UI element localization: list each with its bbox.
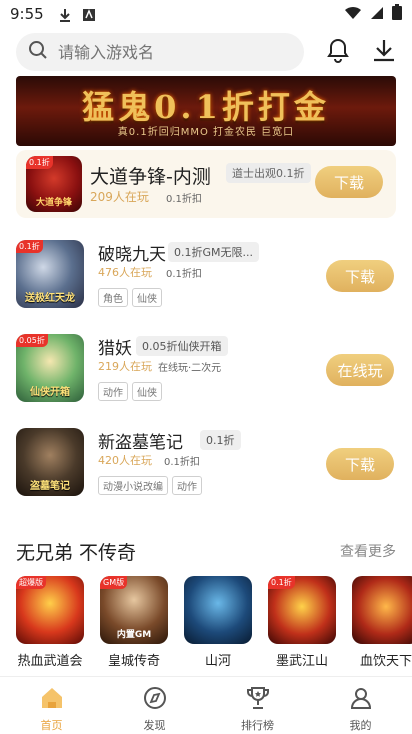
game-name: 大道争锋-内测	[90, 166, 211, 188]
tag-list: 动漫小说改编 动作	[98, 476, 202, 495]
discount-tag: 0.05折	[16, 334, 48, 347]
player-count: 209人在玩	[90, 190, 149, 204]
status-bar: 9:55	[0, 0, 412, 28]
genre-tag: 动作	[98, 382, 128, 401]
nav-label: 我的	[349, 719, 372, 732]
game-icon[interactable]: 0.05折 仙侠开箱	[16, 334, 84, 402]
game-meta: 0.1折扣	[166, 269, 202, 280]
nav-home[interactable]: 首页	[0, 677, 103, 734]
game-name: 皇城传奇	[107, 654, 160, 668]
discount-tag: 0.1折	[26, 156, 53, 169]
game-list-item[interactable]: 0.1折 送极红天龙 破晓九天 0.1折GM无限... 476人在玩 0.1折扣…	[16, 240, 396, 312]
discount-tag: GM版	[100, 576, 128, 589]
game-icon[interactable]: 超爆版	[16, 576, 84, 644]
icon-caption: 送极红天龙	[25, 293, 75, 304]
icon-caption: 大道争锋	[35, 198, 72, 208]
game-badge: 0.1折GM无限...	[168, 242, 259, 262]
game-name: 山河	[204, 654, 231, 668]
nav-discover[interactable]: 发现	[103, 677, 206, 734]
bottom-nav: 首页 发现 排行榜 我的	[0, 676, 412, 734]
game-name: 猎妖	[98, 339, 132, 359]
status-time: 9:55	[10, 5, 44, 23]
genre-tag: 动作	[172, 476, 202, 495]
mini-game-card[interactable]: 0.1折 墨武江山	[268, 576, 336, 668]
game-name: 热血武道会	[17, 654, 83, 668]
compass-icon	[142, 685, 168, 715]
genre-tag: 动漫小说改编	[98, 476, 168, 495]
genre-tag: 仙侠	[132, 382, 162, 401]
tag-list: 动作 仙侠	[98, 382, 162, 401]
nav-profile[interactable]: 我的	[309, 677, 412, 734]
game-icon[interactable]: 盗墓笔记	[16, 428, 84, 496]
game-badge: 0.05折仙侠开箱	[136, 336, 228, 356]
battery-icon	[392, 4, 402, 24]
game-icon[interactable]: 0.1折 大道争锋	[26, 156, 82, 212]
game-icon[interactable]	[184, 576, 252, 644]
icon-caption: 盗墓笔记	[30, 481, 70, 492]
game-icon[interactable]	[352, 576, 412, 644]
search-input[interactable]	[58, 42, 278, 62]
app-notification-icon	[82, 7, 96, 21]
game-list-item[interactable]: 0.05折 仙侠开箱 猎妖 0.05折仙侠开箱 219人在玩 在线玩·二次元 动…	[16, 334, 396, 406]
banner-subtitle: 真0.1折回归MMO 打金农民 巨宽口	[117, 127, 295, 138]
game-badge: 0.1折	[200, 430, 241, 450]
game-icon[interactable]: 0.1折 送极红天龙	[16, 240, 84, 308]
mini-game-card[interactable]: GM版 内置GM 皇城传奇	[100, 576, 168, 668]
bell-icon[interactable]	[326, 37, 350, 67]
nav-label: 排行榜	[241, 719, 274, 732]
game-name: 新盗墓笔记	[98, 433, 183, 453]
play-online-button[interactable]: 在线玩	[326, 354, 394, 386]
player-count: 219人在玩	[98, 360, 152, 373]
wifi-icon	[344, 5, 362, 24]
nav-label: 发现	[143, 719, 166, 732]
discount-tag: 超爆版	[16, 576, 46, 589]
icon-caption: 仙侠开箱	[30, 387, 70, 398]
game-name: 破晓九天	[98, 245, 166, 265]
download-button[interactable]: 下载	[326, 448, 394, 480]
game-icon[interactable]: 0.1折	[268, 576, 336, 644]
icon-caption: 内置GM	[116, 630, 152, 640]
download-button[interactable]: 下载	[315, 166, 383, 198]
search-box[interactable]	[16, 33, 304, 71]
player-count: 420人在玩	[98, 454, 152, 467]
game-meta: 在线玩·二次元	[158, 363, 222, 374]
featured-game-card[interactable]: 0.1折 大道争锋 大道争锋-内测 道士出观0.1折 209人在玩 0.1折扣 …	[16, 150, 396, 218]
download-button[interactable]: 下载	[326, 260, 394, 292]
tag-list: 角色 仙侠	[98, 288, 162, 307]
game-icon[interactable]: GM版 内置GM	[100, 576, 168, 644]
section-title: 无兄弟 不传奇	[16, 542, 137, 564]
search-icon	[28, 40, 48, 64]
discount-tag: 0.1折	[268, 576, 295, 589]
signal-icon	[370, 5, 384, 24]
header	[0, 30, 412, 74]
genre-tag: 角色	[98, 288, 128, 307]
game-badge: 道士出观0.1折	[226, 163, 311, 183]
trophy-icon	[245, 685, 271, 715]
home-icon	[39, 685, 65, 715]
game-meta: 0.1折扣	[164, 457, 200, 468]
mini-game-card[interactable]: 山河	[184, 576, 252, 668]
genre-tag: 仙侠	[132, 288, 162, 307]
player-count: 476人在玩	[98, 266, 152, 279]
download-icon[interactable]	[372, 37, 396, 67]
download-notification-icon	[58, 7, 72, 22]
view-more-link[interactable]: 查看更多	[340, 541, 396, 561]
user-icon	[348, 685, 374, 715]
nav-ranking[interactable]: 排行榜	[206, 677, 309, 734]
mini-game-card[interactable]: 血饮天下	[352, 576, 412, 668]
horizontal-game-list[interactable]: 超爆版 热血武道会 GM版 内置GM 皇城传奇 山河 0.1折 墨武江山 血饮天…	[16, 576, 412, 668]
nav-label: 首页	[40, 719, 63, 732]
game-name: 墨武江山	[275, 654, 328, 668]
promo-banner[interactable]: 猛鬼0.1折打金 真0.1折回归MMO 打金农民 巨宽口	[16, 76, 396, 146]
mini-game-card[interactable]: 超爆版 热血武道会	[16, 576, 84, 668]
banner-title: 猛鬼0.1折打金	[82, 88, 330, 126]
game-name: 血饮天下	[359, 654, 412, 668]
discount-tag: 0.1折	[16, 240, 43, 253]
game-list-item[interactable]: 盗墓笔记 新盗墓笔记 0.1折 420人在玩 0.1折扣 动漫小说改编 动作 下…	[16, 428, 396, 500]
game-meta: 0.1折扣	[166, 194, 202, 205]
